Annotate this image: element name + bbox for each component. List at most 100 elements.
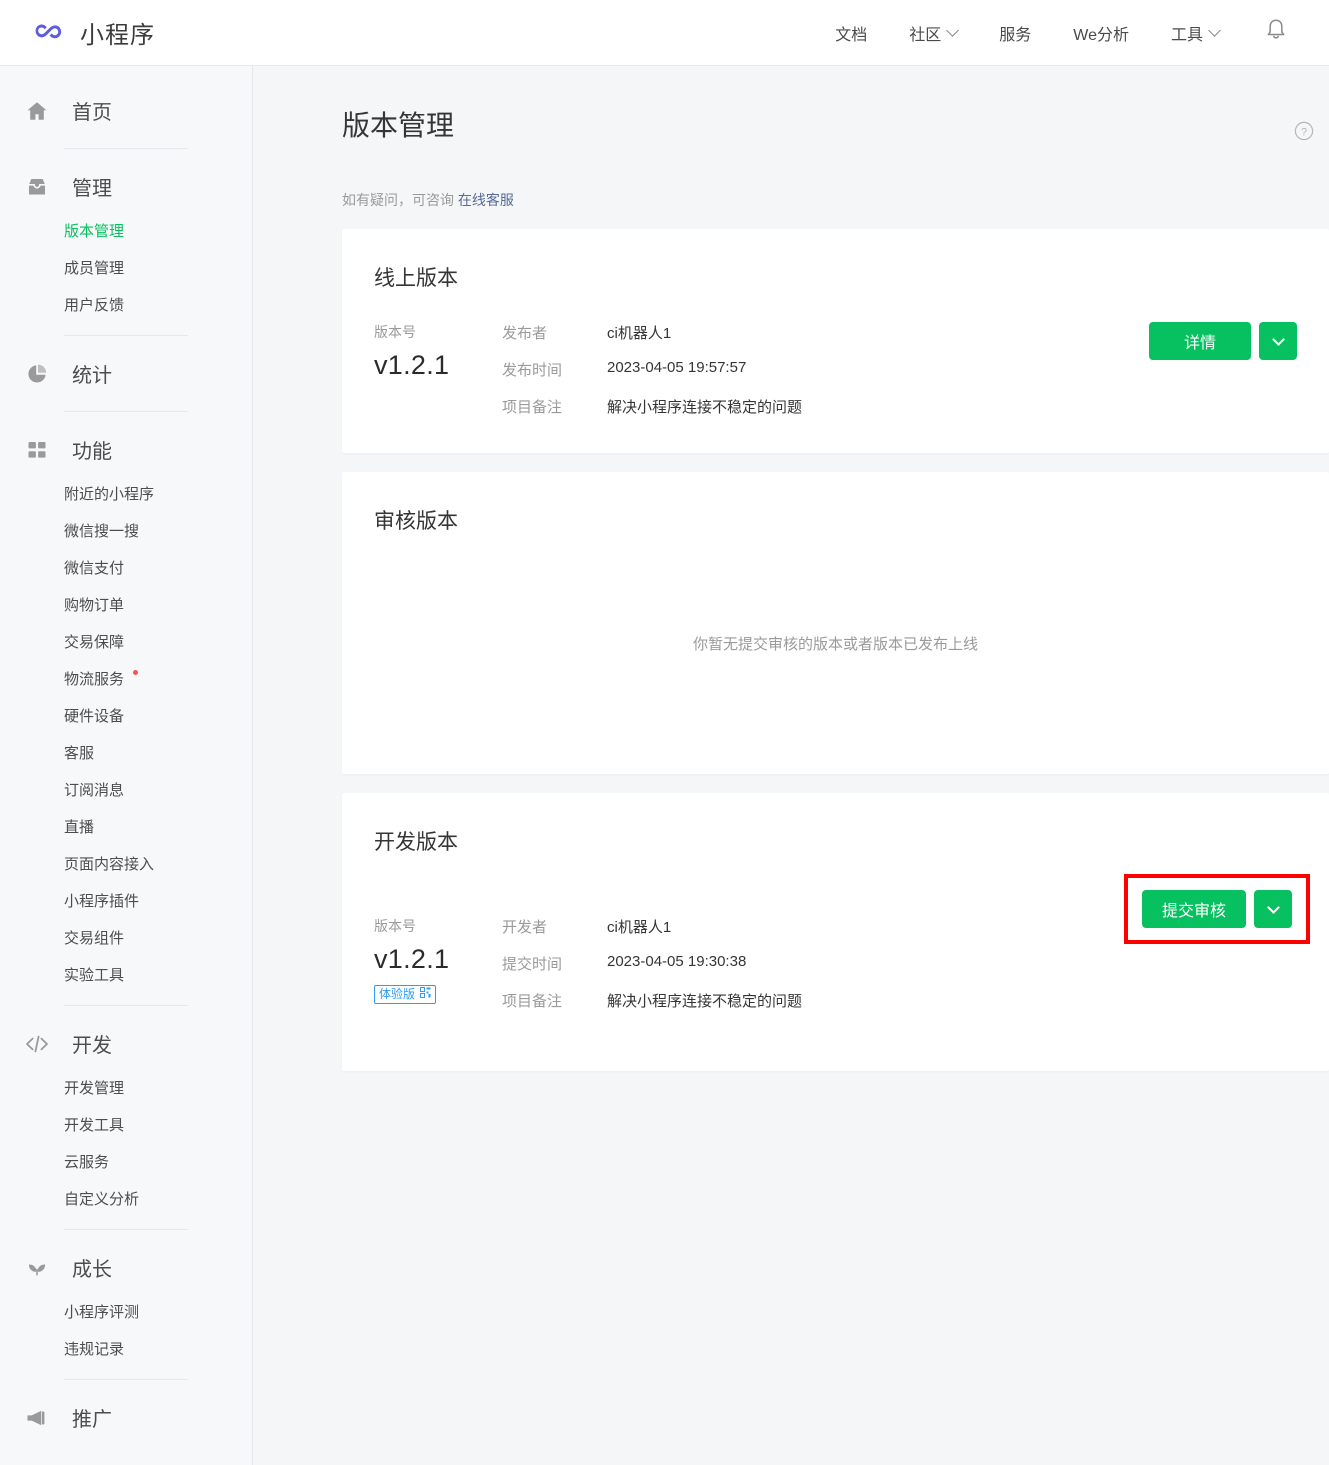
chevron-down-icon	[1271, 332, 1285, 346]
card-title: 开发版本	[374, 831, 458, 854]
meta-value: 2023-04-05 19:57:57	[607, 359, 747, 376]
sidebar-item-home[interactable]: 首页	[0, 84, 252, 137]
sidebar-item-shopping-orders[interactable]: 购物订单	[0, 587, 252, 624]
sidebar-sub-label: 小程序评测	[64, 1304, 140, 1321]
sidebar-sub-label: 版本管理	[64, 223, 125, 240]
version-column: 版本号 v1.2.1	[374, 322, 502, 417]
page-title: 版本管理	[342, 110, 455, 141]
sidebar-item-statistics[interactable]: 统计	[0, 347, 252, 400]
page-tip-text: 如有疑问，可咨询	[342, 192, 458, 208]
sidebar-item-cloud-services[interactable]: 云服务	[0, 1144, 252, 1181]
sidebar-item-dev-management[interactable]: 开发管理	[0, 1070, 252, 1107]
sidebar-sub-label: 订阅消息	[64, 782, 125, 799]
inbox-icon	[24, 174, 50, 200]
chevron-down-icon	[1208, 24, 1221, 37]
sidebar-sub-label: 物流服务	[64, 671, 125, 688]
meta-row: 提交时间 2023-04-05 19:30:38	[502, 953, 1329, 974]
topnav-item-community[interactable]: 社区	[909, 21, 960, 45]
sidebar-sub-label: 交易保障	[64, 634, 125, 651]
meta-row: 发布时间 2023-04-05 19:57:57	[502, 359, 1329, 380]
sidebar-item-hardware-devices[interactable]: 硬件设备	[0, 698, 252, 735]
sidebar-item-custom-analytics[interactable]: 自定义分析	[0, 1181, 252, 1218]
sidebar-item-member-management[interactable]: 成员管理	[0, 250, 252, 287]
sidebar-item-customer-service[interactable]: 客服	[0, 735, 252, 772]
sidebar-item-page-content-access[interactable]: 页面内容接入	[0, 846, 252, 883]
sidebar-divider	[64, 1379, 188, 1380]
sidebar-sub-label: 云服务	[64, 1154, 110, 1171]
sidebar-sub-label: 微信支付	[64, 560, 125, 577]
review-version-card: 审核版本 你暂无提交审核的版本或者版本已发布上线	[342, 472, 1329, 774]
svg-text:?: ?	[1301, 126, 1307, 138]
trial-version-badge[interactable]: 体验版	[374, 985, 437, 1004]
sidebar-item-transaction-components[interactable]: 交易组件	[0, 920, 252, 957]
sidebar-sub-label: 开发管理	[64, 1080, 125, 1097]
sidebar-sub-label: 客服	[64, 745, 95, 762]
brand-name: 小程序	[80, 22, 155, 49]
topnav-label: 工具	[1170, 26, 1203, 44]
topnav-item-we-analytics[interactable]: We分析	[1073, 21, 1129, 45]
card-body: 版本号 v1.2.1 发布者 ci机器人1 发布时间 2023-04-05 19…	[342, 292, 1329, 453]
sidebar-sub-label: 交易组件	[64, 930, 125, 947]
meta-key: 项目备注	[502, 399, 563, 416]
bell-icon[interactable]	[1265, 18, 1287, 47]
sidebar-item-violation-records[interactable]: 违规记录	[0, 1331, 252, 1368]
sidebar-sub-label: 附近的小程序	[64, 486, 155, 503]
sidebar-label: 成长	[72, 1259, 112, 1281]
brand[interactable]: 小程序	[32, 15, 155, 50]
sidebar-sub-label: 微信搜一搜	[64, 523, 140, 540]
sidebar-item-user-feedback[interactable]: 用户反馈	[0, 287, 252, 324]
sidebar-divider	[64, 411, 188, 412]
topnav-item-docs[interactable]: 文档	[835, 21, 867, 45]
sidebar-item-miniprogram-evaluation[interactable]: 小程序评测	[0, 1294, 252, 1331]
sidebar-label: 开发	[72, 1035, 112, 1057]
card-title: 线上版本	[374, 267, 458, 290]
meta-value: ci机器人1	[607, 919, 672, 936]
top-nav: 文档 社区 服务 We分析 工具	[835, 18, 1287, 47]
sidebar-item-wechat-pay[interactable]: 微信支付	[0, 550, 252, 587]
question-circle-icon[interactable]: ?	[1294, 121, 1314, 141]
review-empty-state: 你暂无提交审核的版本或者版本已发布上线	[692, 636, 978, 653]
sidebar-item-miniprogram-plugins[interactable]: 小程序插件	[0, 883, 252, 920]
meta-key: 提交时间	[502, 956, 563, 973]
sidebar-item-logistics-service[interactable]: 物流服务	[0, 661, 252, 698]
new-dot-badge	[133, 670, 139, 675]
sidebar-item-transaction-guarantee[interactable]: 交易保障	[0, 624, 252, 661]
dev-version-card: 开发版本 版本号 v1.2.1 体验版 开发者 ci机器人1 提交时间 2023…	[342, 793, 1329, 1071]
sidebar-sub-label: 页面内容接入	[64, 856, 155, 873]
sidebar-item-promotion[interactable]: 推广	[0, 1391, 252, 1444]
sidebar-item-experimental-tools[interactable]: 实验工具	[0, 957, 252, 994]
sidebar-item-wechat-search[interactable]: 微信搜一搜	[0, 513, 252, 550]
submit-review-dropdown-button[interactable]	[1254, 890, 1292, 928]
sidebar-item-version-management[interactable]: 版本管理	[0, 213, 252, 250]
sprout-icon	[24, 1255, 50, 1281]
trial-version-label: 体验版	[379, 987, 416, 1001]
submit-review-button[interactable]: 提交审核	[1141, 890, 1246, 928]
sidebar-item-dev-tools[interactable]: 开发工具	[0, 1107, 252, 1144]
topnav-item-tools[interactable]: 工具	[1170, 21, 1221, 45]
sidebar-item-management[interactable]: 管理	[0, 160, 252, 213]
dev-version-actions: 提交审核	[1123, 874, 1310, 944]
sidebar-item-features[interactable]: 功能	[0, 423, 252, 476]
sidebar-divider	[64, 1229, 188, 1230]
online-version-card: 线上版本 版本号 v1.2.1 发布者 ci机器人1 发布时间 2023-04-…	[342, 229, 1329, 453]
sidebar-sub-label: 小程序插件	[64, 893, 140, 910]
meta-key: 发布时间	[502, 362, 563, 379]
details-dropdown-button[interactable]	[1259, 322, 1297, 360]
details-button[interactable]: 详情	[1149, 322, 1251, 360]
meta-key: 开发者	[502, 919, 548, 936]
online-support-link[interactable]: 在线客服	[458, 192, 514, 208]
mini-program-logo-icon	[32, 16, 66, 50]
sidebar-item-live-streaming[interactable]: 直播	[0, 809, 252, 846]
topnav-item-service[interactable]: 服务	[999, 21, 1031, 45]
sidebar-item-development[interactable]: 开发	[0, 1017, 252, 1070]
chevron-down-icon	[946, 24, 960, 37]
sidebar-sub-label: 直播	[64, 819, 95, 836]
sidebar-item-growth[interactable]: 成长	[0, 1241, 252, 1294]
sidebar-item-subscription-messages[interactable]: 订阅消息	[0, 772, 252, 809]
topnav-label: 服务	[999, 26, 1032, 44]
sidebar-sub-label: 用户反馈	[64, 297, 125, 314]
sidebar-label: 功能	[72, 441, 112, 463]
version-number: v1.2.1	[374, 350, 450, 380]
sidebar-item-nearby-miniprograms[interactable]: 附近的小程序	[0, 476, 252, 513]
meta-row: 项目备注 解决小程序连接不稳定的问题	[502, 396, 1329, 417]
